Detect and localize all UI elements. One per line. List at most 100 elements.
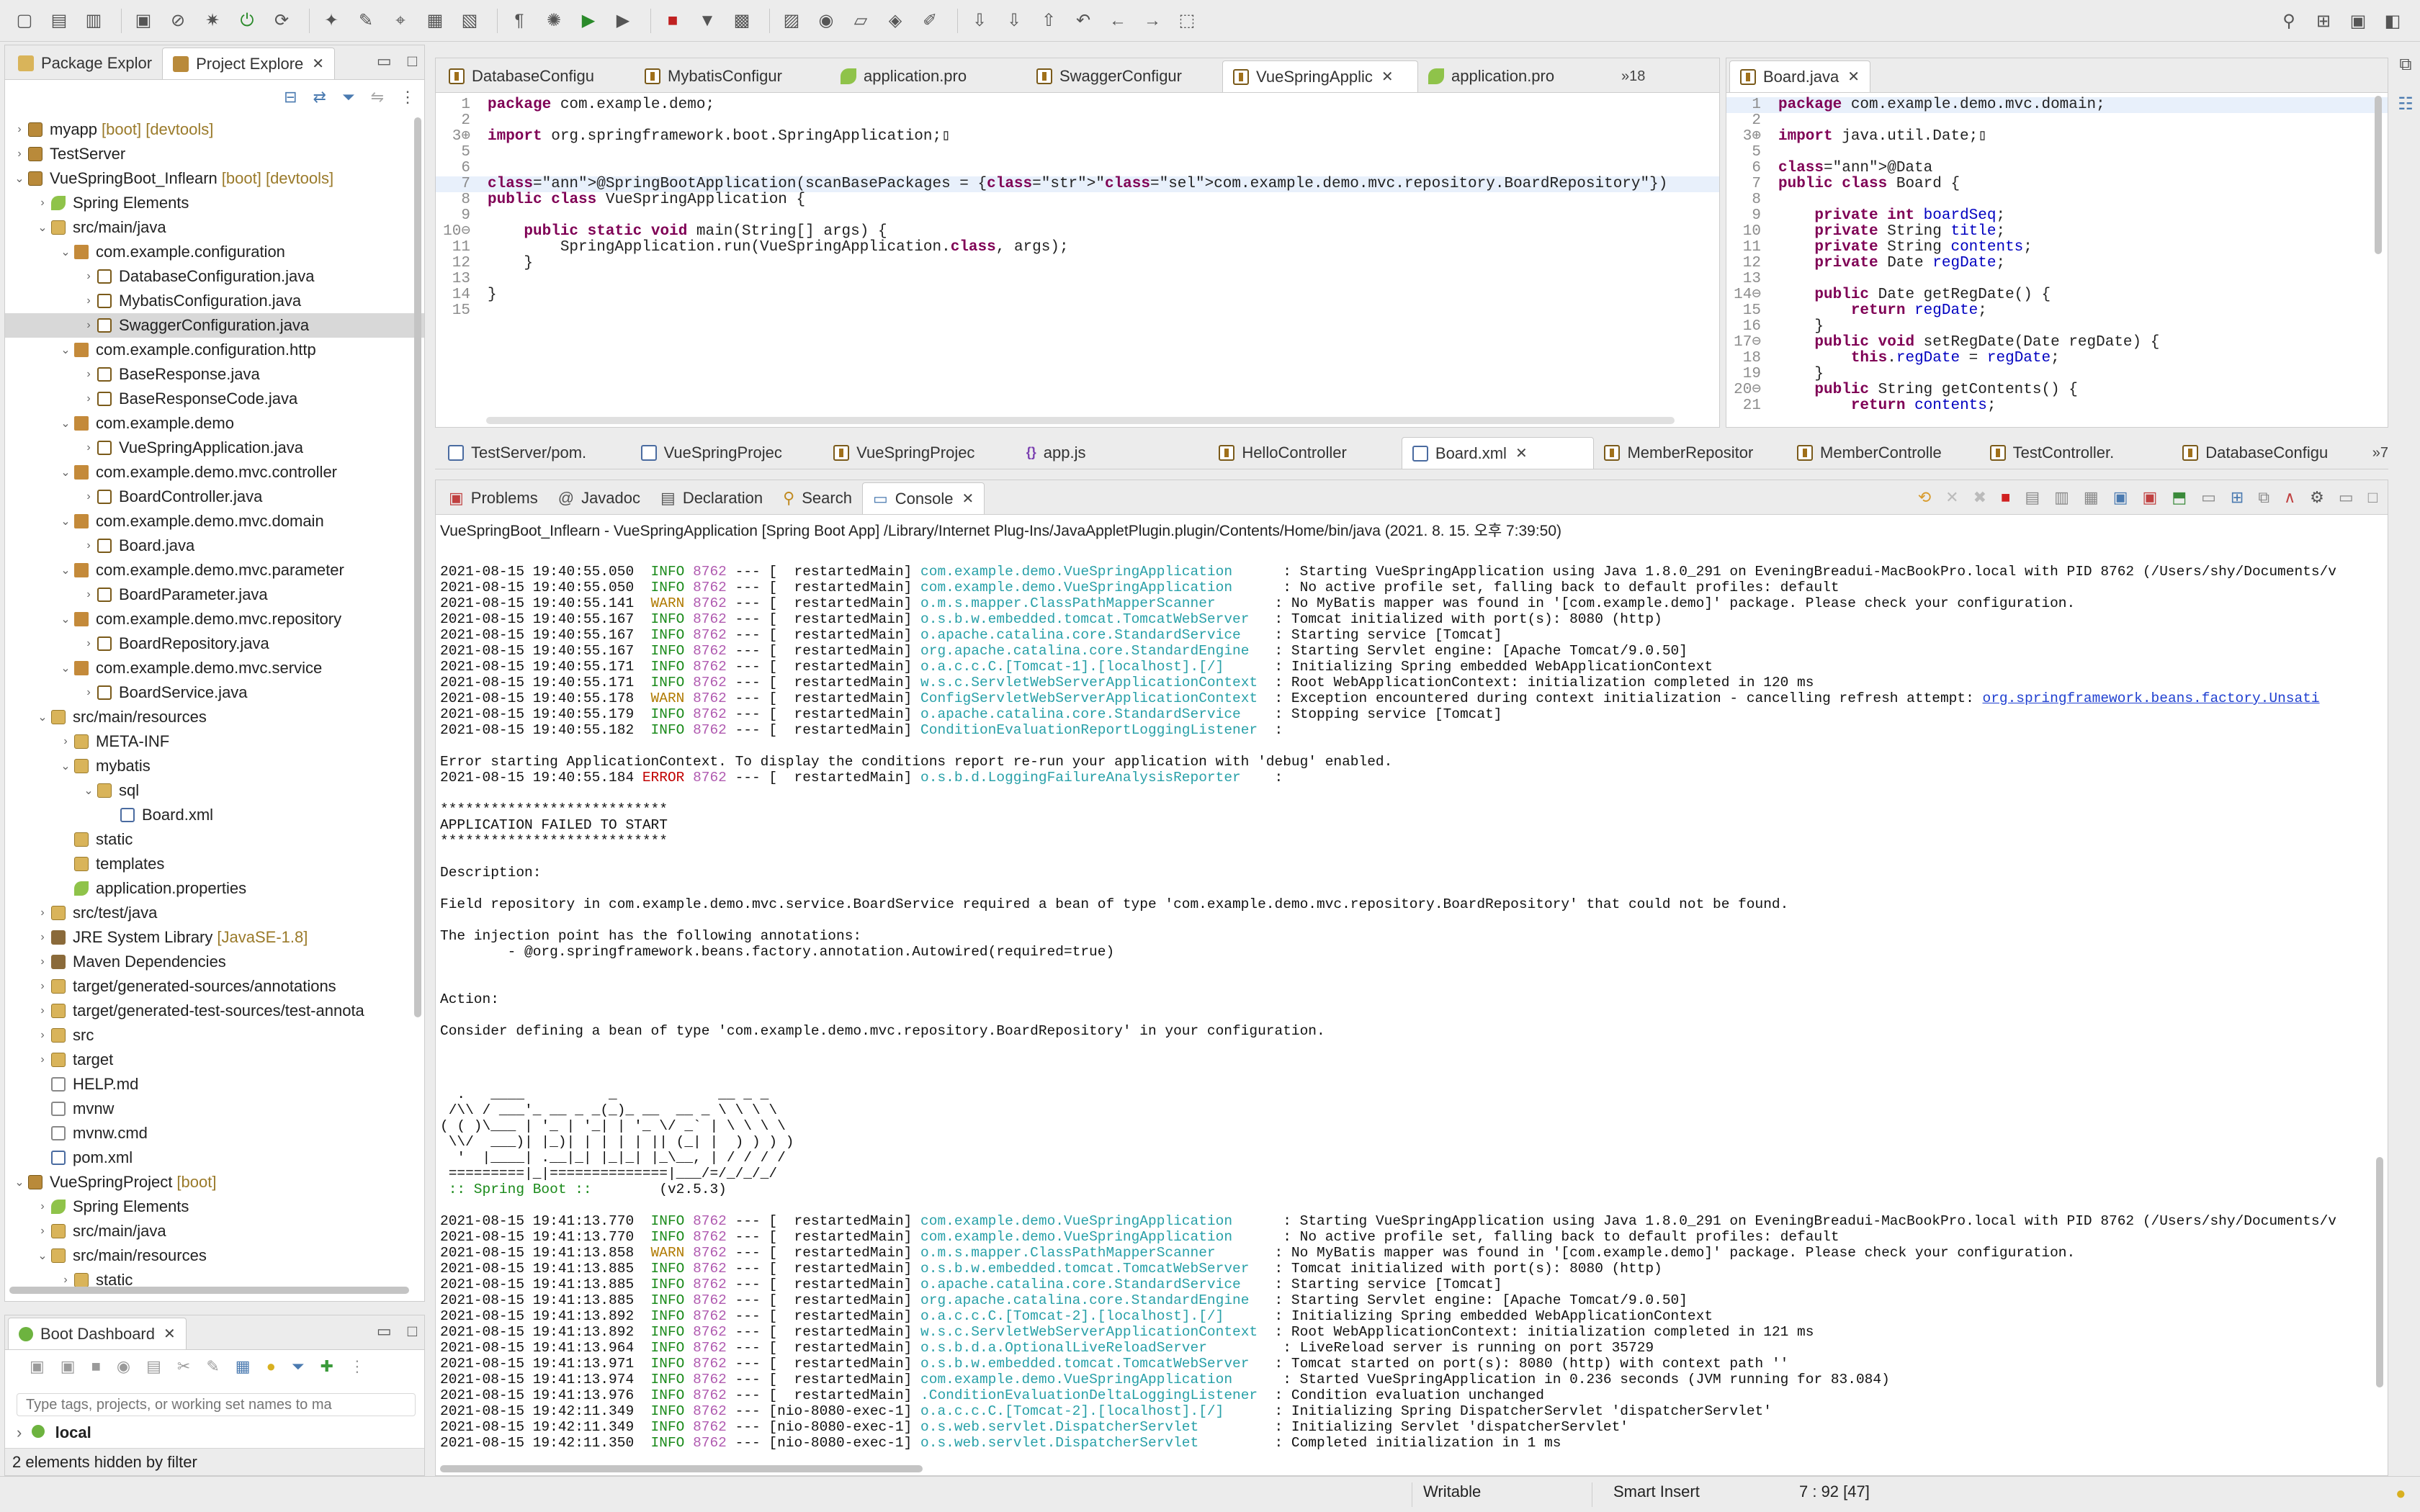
display-console-icon[interactable]: ▭ (2201, 488, 2216, 507)
tree-item[interactable]: ⌄ VueSpringProject [boot] (5, 1170, 424, 1194)
tab-board-java[interactable]: Board.java ✕ (1729, 60, 1870, 92)
chevron-right-icon[interactable]: › (34, 1200, 51, 1213)
tree-item[interactable]: ⌄ com.example.demo.mvc.controller (5, 460, 424, 485)
tab-declaration[interactable]: ▤ Declaration (650, 482, 773, 514)
tree-item[interactable]: ⌄ com.example.demo.mvc.service (5, 656, 424, 680)
lightbulb-icon[interactable]: ● (2396, 1484, 2406, 1504)
chevron-right-icon[interactable]: › (34, 1029, 51, 1042)
open-type-icon[interactable]: ▦ (421, 6, 449, 35)
close-icon[interactable]: ✕ (163, 1325, 176, 1343)
chevron-right-icon[interactable]: › (34, 906, 51, 919)
tree-item[interactable]: › src/test/java (5, 901, 424, 925)
editor-tab[interactable]: {} app.js (1016, 437, 1209, 469)
outline-icon[interactable]: ☷ (2398, 94, 2414, 114)
chevron-right-icon[interactable]: › (80, 441, 97, 454)
chevron-right-icon[interactable]: › (80, 294, 97, 307)
chevron-down-icon[interactable]: ⌄ (57, 514, 74, 528)
chevron-down-icon[interactable]: ⌄ (34, 1248, 51, 1263)
pencil-icon[interactable]: ✐ (915, 6, 944, 35)
chevron-right-icon[interactable]: › (34, 931, 51, 944)
chevron-right-icon[interactable]: › (34, 955, 51, 968)
forward-icon[interactable]: → (1138, 6, 1167, 35)
show-stdout-icon[interactable]: ▣ (2113, 488, 2128, 507)
skip-breakpoints-icon[interactable]: ⊘ (163, 6, 192, 35)
terminal-icon[interactable]: ▣ (129, 6, 158, 35)
editor-tab[interactable]: TestServer/pom. (438, 437, 631, 469)
minimize-icon[interactable]: ▭ (377, 1322, 392, 1341)
highlight-icon[interactable]: ✎ (351, 6, 380, 35)
restore-icon[interactable]: ⧉ (2399, 55, 2411, 75)
tree-item[interactable]: › myapp [boot] [devtools] (5, 117, 424, 142)
chevron-right-icon[interactable]: › (80, 539, 97, 552)
chevron-down-icon[interactable]: ⌄ (57, 245, 74, 259)
tree-item[interactable]: ⌄ src/main/resources (5, 1243, 424, 1268)
tab-problems[interactable]: ▣ Problems (439, 482, 548, 514)
tree-item[interactable]: Board.xml (5, 803, 424, 827)
tree-item[interactable]: HELP.md (5, 1072, 424, 1097)
tree-item[interactable]: ⌄ com.example.demo (5, 411, 424, 436)
chevron-right-icon[interactable]: › (80, 392, 97, 405)
local-target-row[interactable]: › local (17, 1423, 91, 1442)
properties-icon[interactable]: ▦ (236, 1357, 251, 1376)
editor-tab[interactable]: VueSpringProjec (631, 437, 824, 469)
pin-console-icon[interactable]: ⬒ (2172, 488, 2187, 507)
tree-item[interactable]: › target/generated-test-sources/test-anno… (5, 999, 424, 1023)
tree-item[interactable]: mvnw (5, 1097, 424, 1121)
editor-tab[interactable]: VueSpringApplic ✕ (1222, 60, 1418, 92)
lightbulb-icon[interactable]: ● (266, 1357, 276, 1376)
tree-item[interactable]: application.properties (5, 876, 424, 901)
main-code-area[interactable]: 1 package com.example.demo; 2 3⊕ import org.… (436, 93, 1719, 427)
console-hscrollbar[interactable] (440, 1465, 923, 1472)
chevron-right-icon[interactable]: › (34, 1004, 51, 1017)
tree-item[interactable]: › BoardParameter.java (5, 582, 424, 607)
maximize-icon[interactable]: □ (2368, 488, 2378, 507)
chevron-down-icon[interactable]: ⌄ (57, 563, 74, 577)
chevron-right-icon[interactable]: › (80, 319, 97, 332)
editor-tab[interactable]: application.pro (1418, 60, 1614, 92)
tab-javadoc[interactable]: @ Javadoc (548, 482, 650, 514)
chevron-right-icon[interactable]: › (57, 1274, 74, 1287)
globe-icon[interactable]: ◉ (117, 1357, 130, 1376)
tree-item[interactable]: › target (5, 1048, 424, 1072)
search-icon[interactable]: ⚲ (2275, 6, 2303, 35)
spring-boot-icon[interactable]: ⏻ (233, 6, 261, 35)
tree-item[interactable]: ⌄ VueSpringBoot_Inflearn [boot] [devtools] (5, 166, 424, 191)
save-all-icon[interactable]: ▥ (79, 6, 108, 35)
tree-item[interactable]: ⌄ com.example.configuration (5, 240, 424, 264)
tab-package-explorer[interactable]: Package Explor (8, 48, 162, 79)
more-tabs-chevron[interactable]: »18 (1621, 68, 1645, 92)
close-icon[interactable]: ✕ (1381, 68, 1394, 86)
copy-icon[interactable]: ⧉ (2258, 488, 2269, 507)
log-link[interactable]: org.springframework.beans.factory.Unsati (1983, 690, 2320, 706)
pilcrow-icon[interactable]: ¶ (505, 6, 534, 35)
tree-item[interactable]: › Spring Elements (5, 1194, 424, 1219)
explorer-scrollbar[interactable] (414, 117, 421, 1017)
settings-icon[interactable]: ⚙ (2310, 488, 2324, 507)
chevron-right-icon[interactable]: › (34, 197, 51, 210)
tree-item[interactable]: static (5, 827, 424, 852)
editor-tab[interactable]: TestController. (1980, 437, 2173, 469)
chevron-right-icon[interactable]: › (34, 1225, 51, 1238)
show-stderr-icon[interactable]: ▣ (2143, 488, 2158, 507)
console-output[interactable]: 2021-08-15 19:40:55.050 INFO 8762 --- [ … (436, 548, 2388, 1475)
tree-item[interactable]: › MybatisConfiguration.java (5, 289, 424, 313)
clear-console-icon[interactable]: ▤ (2025, 488, 2040, 507)
editor-tab[interactable]: MemberRepositor (1594, 437, 1787, 469)
editor-tab[interactable]: DatabaseConfigu (2172, 437, 2365, 469)
chevron-right-icon[interactable]: › (34, 980, 51, 993)
tree-item[interactable]: › VueSpringApplication.java (5, 436, 424, 460)
terminate-relaunch-icon[interactable]: ⟲ (1918, 488, 1931, 507)
minimize-icon[interactable]: ▭ (2339, 488, 2354, 507)
console-icon[interactable]: ▤ (146, 1357, 161, 1376)
terminate-icon[interactable]: ■ (2001, 488, 2010, 507)
tree-item[interactable]: ⌄ com.example.demo.mvc.domain (5, 509, 424, 534)
chevron-right-icon[interactable]: › (11, 123, 28, 136)
save-icon[interactable]: ▤ (45, 6, 73, 35)
chevron-down-icon[interactable]: ⌄ (11, 1175, 28, 1189)
chevron-right-icon[interactable]: › (80, 686, 97, 699)
tree-item[interactable]: › Spring Elements (5, 191, 424, 215)
more-tabs-chevron[interactable]: »7 (2372, 445, 2388, 469)
tree-item[interactable]: ⌄ com.example.configuration.http (5, 338, 424, 362)
editor-tab[interactable]: VueSpringProjec (823, 437, 1016, 469)
tree-item[interactable]: ⌄ mybatis (5, 754, 424, 778)
